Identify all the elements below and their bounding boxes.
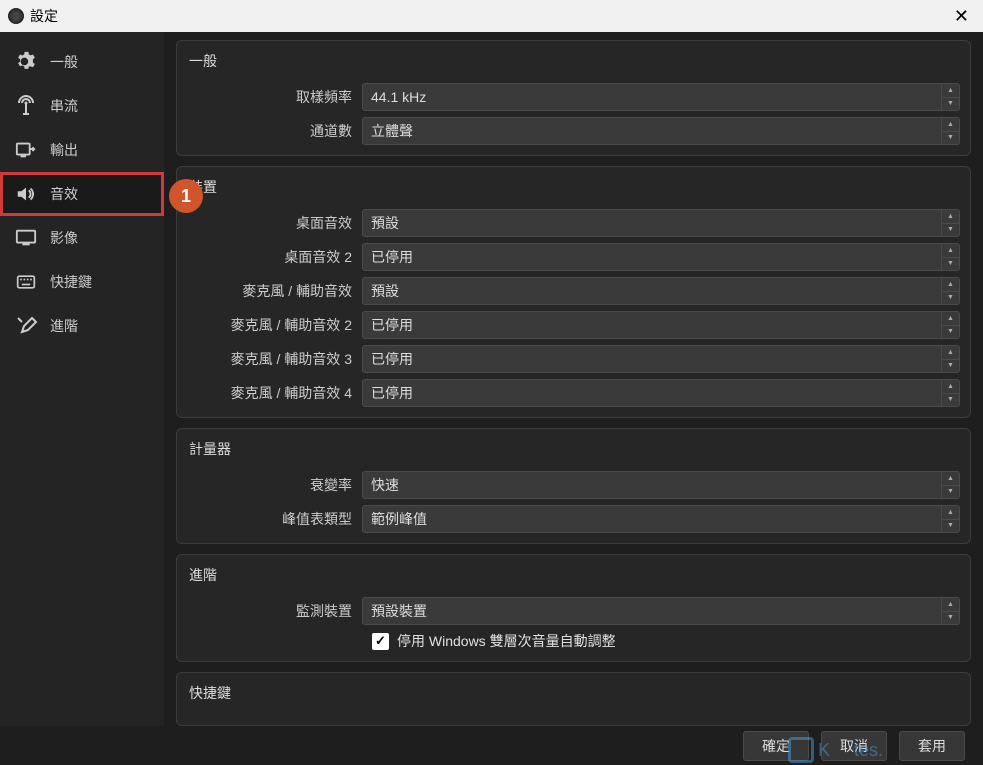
mic2-label: 麥克風 / 輔助音效 2 [187, 315, 362, 335]
sidebar: 一般 串流 輸出 音效 1 影像 [0, 32, 164, 726]
group-title: 一般 [187, 49, 960, 75]
titlebar: 設定 ✕ [0, 0, 983, 32]
output-icon [12, 138, 40, 162]
apply-button[interactable]: 套用 [899, 731, 965, 761]
keyboard-icon [12, 270, 40, 294]
group-general: 一般 取樣頻率 44.1 kHz ▲▼ 通道數 立體聲 ▲▼ [176, 40, 971, 156]
group-advanced: 進階 監測裝置 預設裝置 ▲▼ ✓ 停用 Windows 雙層次音量自動調整 [176, 554, 971, 662]
ducking-checkbox[interactable]: ✓ [372, 633, 389, 650]
spinner-icon: ▲▼ [941, 380, 959, 406]
sidebar-item-label: 音效 [50, 184, 78, 204]
mic1-label: 麥克風 / 輔助音效 [187, 281, 362, 301]
sidebar-item-label: 輸出 [50, 140, 78, 160]
select-value: 範例峰值 [371, 509, 427, 529]
sidebar-item-label: 一般 [50, 52, 78, 72]
mic2-select[interactable]: 已停用 ▲▼ [362, 311, 960, 339]
window-title: 設定 [30, 6, 58, 26]
select-value: 已停用 [371, 383, 413, 403]
spinner-icon: ▲▼ [941, 598, 959, 624]
sample-rate-select[interactable]: 44.1 kHz ▲▼ [362, 83, 960, 111]
sidebar-item-label: 進階 [50, 316, 78, 336]
select-value: 44.1 kHz [371, 89, 426, 105]
spinner-icon: ▲▼ [941, 506, 959, 532]
decay-select[interactable]: 快速 ▲▼ [362, 471, 960, 499]
mic4-select[interactable]: 已停用 ▲▼ [362, 379, 960, 407]
group-title: 裝置 [187, 175, 960, 201]
select-value: 快速 [371, 475, 399, 495]
sidebar-item-video[interactable]: 影像 [0, 216, 164, 260]
footer: Ktes. 確定 取消 套用 [0, 726, 983, 765]
desktop-audio-select[interactable]: 預設 ▲▼ [362, 209, 960, 237]
ok-button[interactable]: 確定 [743, 731, 809, 761]
spinner-icon: ▲▼ [941, 346, 959, 372]
select-value: 已停用 [371, 315, 413, 335]
sidebar-item-general[interactable]: 一般 [0, 40, 164, 84]
group-title: 計量器 [187, 437, 960, 463]
monitor-icon [12, 226, 40, 250]
select-value: 預設 [371, 281, 399, 301]
spinner-icon: ▲▼ [941, 210, 959, 236]
channels-select[interactable]: 立體聲 ▲▼ [362, 117, 960, 145]
sidebar-item-audio[interactable]: 音效 1 [0, 172, 164, 216]
group-hotkeys: 快捷鍵 [176, 672, 971, 726]
desktop-audio2-select[interactable]: 已停用 ▲▼ [362, 243, 960, 271]
sidebar-item-advanced[interactable]: 進階 [0, 304, 164, 348]
mic3-select[interactable]: 已停用 ▲▼ [362, 345, 960, 373]
sample-rate-label: 取樣頻率 [187, 87, 362, 107]
sidebar-item-label: 影像 [50, 228, 78, 248]
decay-label: 衰變率 [187, 475, 362, 495]
close-icon[interactable]: ✕ [948, 6, 975, 27]
desktop-audio-label: 桌面音效 [187, 213, 362, 233]
group-title: 進階 [187, 563, 960, 589]
tools-icon [12, 314, 40, 338]
sidebar-item-hotkeys[interactable]: 快捷鍵 [0, 260, 164, 304]
peak-type-label: 峰值表類型 [187, 509, 362, 529]
ducking-label: 停用 Windows 雙層次音量自動調整 [397, 631, 616, 651]
spinner-icon: ▲▼ [941, 244, 959, 270]
spinner-icon: ▲▼ [941, 118, 959, 144]
content-panel: 一般 取樣頻率 44.1 kHz ▲▼ 通道數 立體聲 ▲▼ 裝置 桌面音效 [164, 32, 983, 726]
spinner-icon: ▲▼ [941, 84, 959, 110]
select-value: 預設 [371, 213, 399, 233]
gear-icon [12, 50, 40, 74]
select-value: 預設裝置 [371, 601, 427, 621]
stream-icon [12, 94, 40, 118]
sidebar-item-label: 快捷鍵 [50, 272, 92, 292]
sidebar-item-label: 串流 [50, 96, 78, 116]
sidebar-item-output[interactable]: 輸出 [0, 128, 164, 172]
group-devices: 裝置 桌面音效 預設 ▲▼ 桌面音效 2 已停用 ▲▼ 麥克風 / 輔助音效 預… [176, 166, 971, 418]
select-value: 已停用 [371, 349, 413, 369]
channels-label: 通道數 [187, 121, 362, 141]
group-meters: 計量器 衰變率 快速 ▲▼ 峰值表類型 範例峰值 ▲▼ [176, 428, 971, 544]
mic4-label: 麥克風 / 輔助音效 4 [187, 383, 362, 403]
peak-type-select[interactable]: 範例峰值 ▲▼ [362, 505, 960, 533]
desktop-audio2-label: 桌面音效 2 [187, 247, 362, 267]
mic3-label: 麥克風 / 輔助音效 3 [187, 349, 362, 369]
monitor-label: 監測裝置 [187, 601, 362, 621]
group-title: 快捷鍵 [187, 681, 960, 707]
select-value: 立體聲 [371, 121, 413, 141]
spinner-icon: ▲▼ [941, 278, 959, 304]
sidebar-item-stream[interactable]: 串流 [0, 84, 164, 128]
spinner-icon: ▲▼ [941, 472, 959, 498]
audio-icon [12, 182, 40, 206]
monitor-select[interactable]: 預設裝置 ▲▼ [362, 597, 960, 625]
cancel-button[interactable]: 取消 [821, 731, 887, 761]
select-value: 已停用 [371, 247, 413, 267]
annotation-badge: 1 [169, 179, 203, 213]
spinner-icon: ▲▼ [941, 312, 959, 338]
app-icon [8, 8, 24, 24]
mic1-select[interactable]: 預設 ▲▼ [362, 277, 960, 305]
